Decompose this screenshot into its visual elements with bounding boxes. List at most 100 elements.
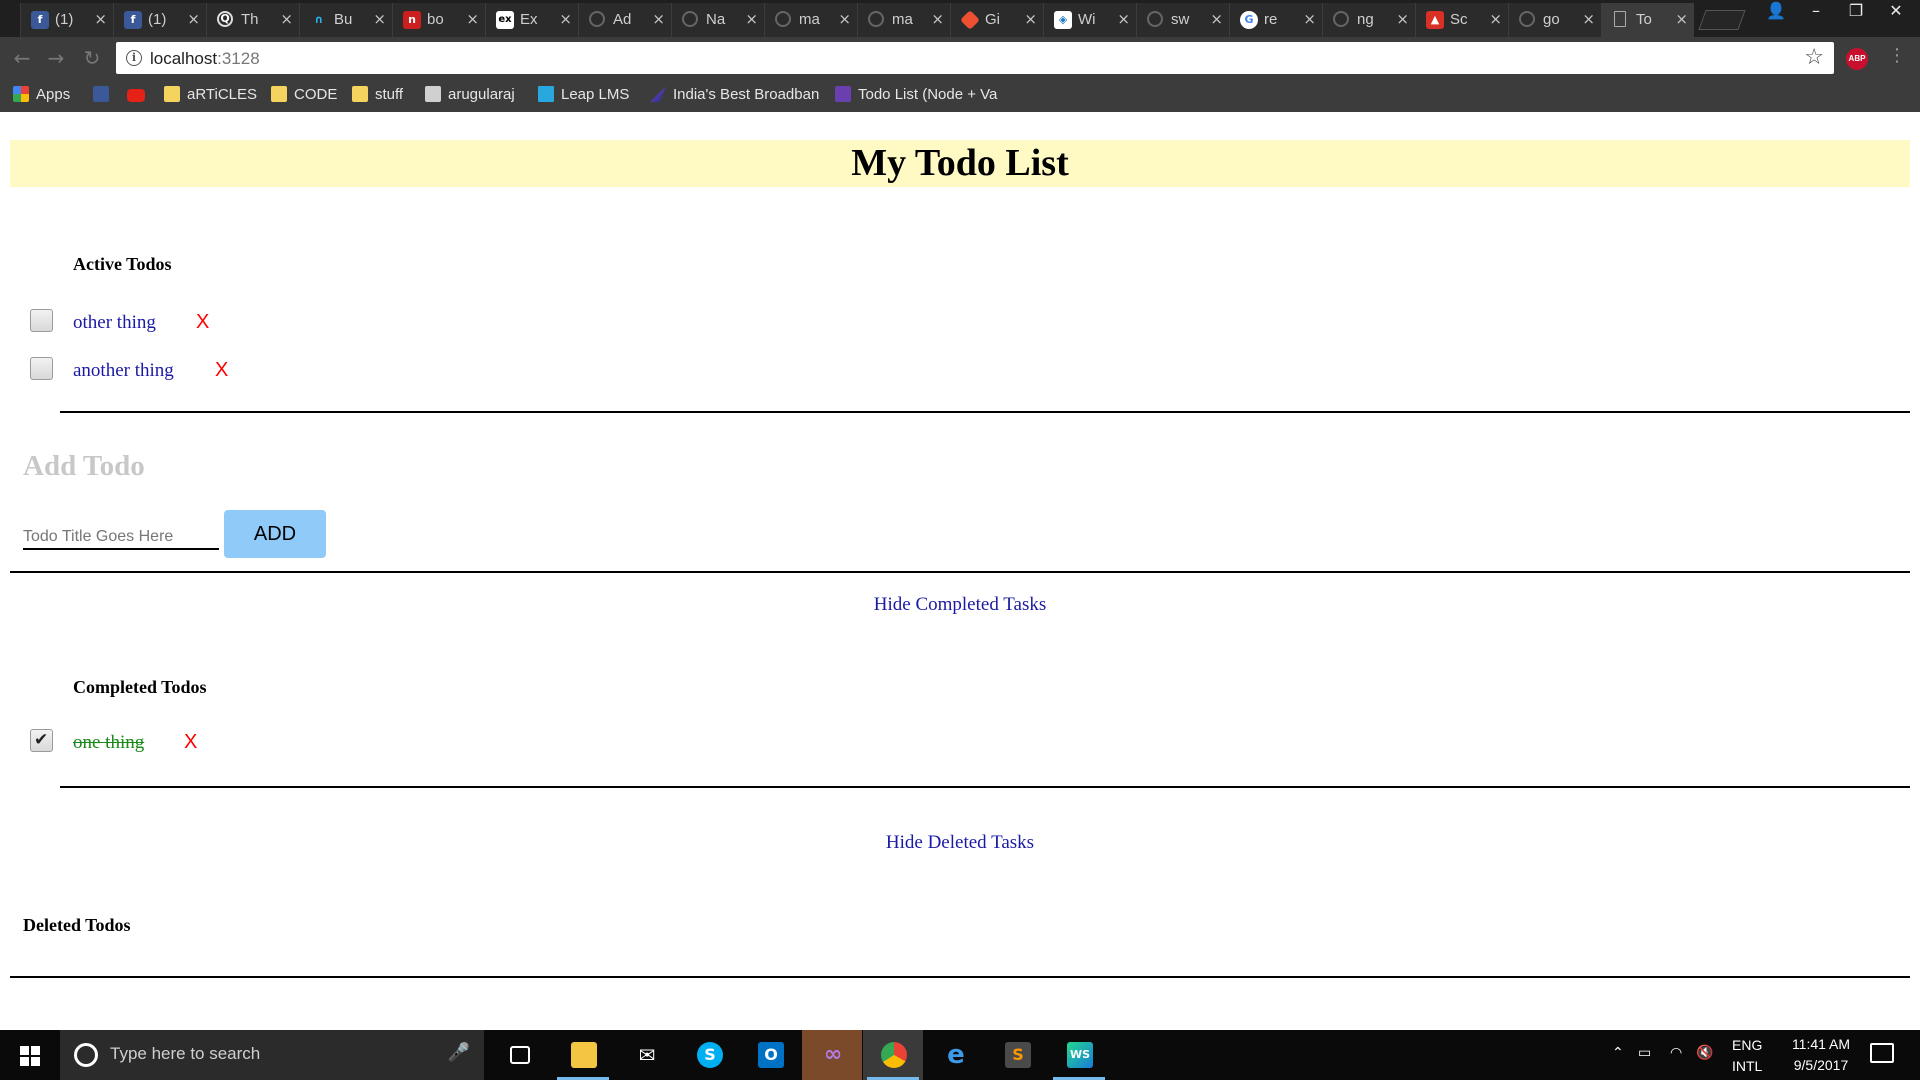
bookmark-arugularaj[interactable]: arugularaj <box>425 86 515 106</box>
address-url[interactable]: localhost:3128 <box>150 49 260 69</box>
close-tab-icon[interactable]: × <box>931 10 944 28</box>
browser-tab[interactable]: Ad × <box>578 3 671 37</box>
taskbar-chrome[interactable] <box>863 1030 923 1080</box>
bookmark-broadband[interactable]: India's Best Broadban <box>650 86 819 106</box>
browser-tab[interactable]: ma × <box>857 3 950 37</box>
deleted-todos-heading: Deleted Todos <box>23 915 131 935</box>
browser-tab[interactable]: Gi × <box>950 3 1043 37</box>
browser-tab[interactable]: ▲ Sc × <box>1415 3 1508 37</box>
delete-todo-button[interactable]: X <box>215 359 228 382</box>
close-tab-icon[interactable]: × <box>652 10 665 28</box>
hide-completed-link[interactable]: Hide Completed Tasks <box>0 594 1920 616</box>
close-tab-icon[interactable]: × <box>1117 10 1130 28</box>
todo-title[interactable]: one thing <box>73 732 144 754</box>
browser-tab[interactable]: ◈ Wi × <box>1043 3 1136 37</box>
wifi-icon[interactable]: ◠ <box>1670 1045 1682 1061</box>
microphone-icon[interactable]: 🎤 <box>448 1042 470 1063</box>
task-view-button[interactable] <box>490 1030 550 1080</box>
taskbar-search-box[interactable]: Type here to search 🎤 <box>60 1030 484 1080</box>
browser-tab[interactable]: Q Th × <box>206 3 299 37</box>
close-tab-icon[interactable]: × <box>94 10 107 28</box>
close-tab-icon[interactable]: × <box>745 10 758 28</box>
add-todo-button[interactable]: ADD <box>224 510 326 558</box>
close-tab-icon[interactable]: × <box>1396 10 1409 28</box>
close-tab-icon[interactable]: × <box>1489 10 1502 28</box>
delete-todo-button[interactable]: X <box>196 311 209 334</box>
close-tab-icon[interactable]: × <box>838 10 851 28</box>
browser-tab[interactable]: ex Ex × <box>485 3 578 37</box>
todo-title[interactable]: other thing <box>73 312 156 334</box>
info-icon[interactable]: i <box>126 50 142 66</box>
taskbar-visual-studio[interactable]: ∞ <box>802 1030 862 1080</box>
bookmark-facebook[interactable] <box>93 86 116 106</box>
bookmark-leap-lms[interactable]: Leap LMS <box>538 86 629 106</box>
todo-checkbox[interactable] <box>30 357 53 380</box>
menu-dots-icon[interactable]: ⋮ <box>1888 45 1906 66</box>
profile-icon[interactable]: 👤 <box>1756 0 1796 24</box>
todo-title-input[interactable] <box>23 518 219 550</box>
todo-title[interactable]: another thing <box>73 360 174 382</box>
browser-tab[interactable]: G re × <box>1229 3 1322 37</box>
bookmark-folder-code[interactable]: CODE <box>271 86 337 106</box>
close-tab-icon[interactable]: × <box>1210 10 1223 28</box>
bookmark-folder-articles[interactable]: aRTiCLES <box>164 86 257 106</box>
taskbar-sublime[interactable]: S <box>987 1030 1047 1080</box>
close-tab-icon[interactable]: × <box>187 10 200 28</box>
browser-tab[interactable]: sw × <box>1136 3 1229 37</box>
hide-completed-label[interactable]: Hide Completed Tasks <box>874 594 1046 615</box>
todo-checkbox-checked[interactable] <box>30 729 53 752</box>
taskbar-file-explorer[interactable] <box>553 1030 613 1080</box>
browser-tab[interactable]: f (1) × <box>113 3 206 37</box>
close-tab-icon[interactable]: × <box>1675 10 1688 28</box>
chrome-icon <box>881 1042 907 1068</box>
browser-tab-active[interactable]: To × <box>1601 3 1694 37</box>
taskbar-outlook[interactable]: O <box>740 1030 800 1080</box>
taskbar-skype[interactable]: S <box>679 1030 739 1080</box>
browser-tab[interactable]: f (1) × <box>20 3 113 37</box>
bookmark-todo-list[interactable]: Todo List (Node + Va <box>835 86 997 106</box>
close-tab-icon[interactable]: × <box>466 10 479 28</box>
close-tab-icon[interactable]: × <box>1303 10 1316 28</box>
taskbar-mail[interactable]: ✉ <box>616 1030 676 1080</box>
volume-mute-icon[interactable]: 🔇 <box>1696 1045 1713 1061</box>
new-tab-button[interactable] <box>1698 10 1746 30</box>
browser-tab[interactable]: ∩ Bu × <box>299 3 392 37</box>
back-arrow-icon[interactable]: ← <box>10 46 34 70</box>
address-bar[interactable]: i localhost:3128 ☆ <box>116 42 1834 74</box>
browser-tab[interactable]: ng × <box>1322 3 1415 37</box>
clock[interactable]: 11:41 AM 9/5/2017 <box>1780 1036 1862 1073</box>
browser-tab[interactable]: go × <box>1508 3 1601 37</box>
hide-deleted-label[interactable]: Hide Deleted Tasks <box>886 832 1034 853</box>
task-view-icon <box>510 1046 530 1064</box>
forward-arrow-icon[interactable]: → <box>44 46 68 70</box>
divider <box>10 976 1910 978</box>
taskbar-webstorm[interactable]: WS <box>1049 1030 1109 1080</box>
close-tab-icon[interactable]: × <box>1582 10 1595 28</box>
taskbar-edge[interactable]: e <box>925 1030 985 1080</box>
bookmark-folder-stuff[interactable]: stuff <box>352 86 403 106</box>
action-center-icon[interactable] <box>1870 1043 1894 1063</box>
delete-todo-button[interactable]: X <box>184 731 197 754</box>
language-indicator[interactable]: ENG INTL <box>1732 1037 1762 1074</box>
close-window-icon[interactable]: ✕ <box>1876 0 1916 24</box>
folder-icon <box>164 86 180 102</box>
bookmark-apps[interactable]: Apps <box>13 86 70 106</box>
close-tab-icon[interactable]: × <box>1024 10 1037 28</box>
windows-start-icon[interactable] <box>20 1046 40 1066</box>
todo-checkbox[interactable] <box>30 309 53 332</box>
bookmark-star-icon[interactable]: ☆ <box>1804 45 1824 70</box>
battery-icon[interactable]: ▭ <box>1638 1045 1651 1061</box>
browser-tab[interactable]: ma × <box>764 3 857 37</box>
browser-tab[interactable]: Na × <box>671 3 764 37</box>
hide-deleted-link[interactable]: Hide Deleted Tasks <box>0 832 1920 854</box>
browser-tab[interactable]: n bo × <box>392 3 485 37</box>
close-tab-icon[interactable]: × <box>559 10 572 28</box>
adblock-plus-icon[interactable]: ABP <box>1846 48 1868 70</box>
close-tab-icon[interactable]: × <box>280 10 293 28</box>
close-tab-icon[interactable]: × <box>373 10 386 28</box>
tray-up-arrow-icon[interactable]: ⌃ <box>1612 1045 1624 1061</box>
restore-icon[interactable]: ❐ <box>1836 0 1876 24</box>
reload-icon[interactable]: ↻ <box>80 46 104 70</box>
minimize-icon[interactable]: – <box>1796 0 1836 24</box>
bookmark-youtube[interactable] <box>127 86 152 106</box>
